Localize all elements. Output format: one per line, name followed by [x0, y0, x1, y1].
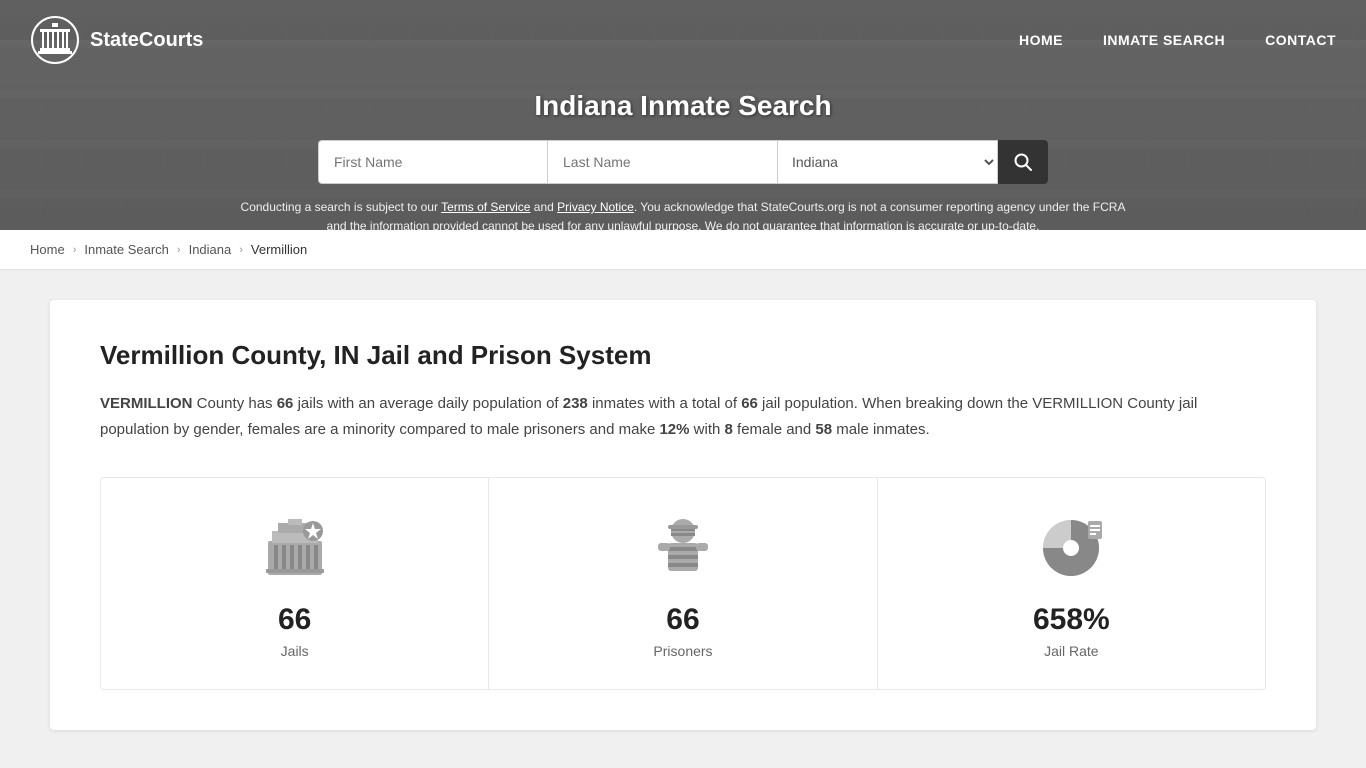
logo[interactable]: StateCourts	[30, 15, 203, 65]
search-button[interactable]	[998, 140, 1048, 184]
content-card: Vermillion County, IN Jail and Prison Sy…	[50, 300, 1316, 730]
jails-stat-label: Jails	[281, 643, 309, 659]
breadcrumb-sep-1: ›	[73, 244, 77, 256]
jails-stat-number: 66	[278, 603, 311, 637]
female-count: 8	[725, 421, 733, 438]
breadcrumb-inmate-search[interactable]: Inmate Search	[84, 242, 169, 257]
female-percent: 12%	[659, 421, 689, 438]
site-header: StateCourts HOME INMATE SEARCH CONTACT I…	[0, 0, 1366, 230]
pie-chart-icon	[1031, 508, 1111, 588]
stat-jails: 66 Jails	[101, 478, 489, 689]
disclaimer: Conducting a search is subject to our Te…	[233, 198, 1133, 230]
jail-population: 66	[741, 395, 758, 412]
nav-inmate-search[interactable]: INMATE SEARCH	[1103, 32, 1225, 48]
breadcrumb: Home › Inmate Search › Indiana › Vermill…	[0, 230, 1366, 270]
breadcrumb-sep-3: ›	[239, 244, 243, 256]
male-count: 58	[815, 421, 832, 438]
nav-contact[interactable]: CONTACT	[1265, 32, 1336, 48]
prisoners-stat-label: Prisoners	[653, 643, 712, 659]
logo-text: StateCourts	[90, 29, 203, 52]
breadcrumb-state[interactable]: Indiana	[189, 242, 232, 257]
stat-jail-rate: 658% Jail Rate	[878, 478, 1265, 689]
jail-rate-stat-number: 658%	[1033, 603, 1110, 637]
state-select[interactable]: Select State Alabama Alaska Arizona Arka…	[778, 140, 998, 184]
search-icon	[1013, 152, 1033, 172]
jails-count: 66	[277, 395, 294, 412]
prisoner-icon	[643, 508, 723, 588]
stat-prisoners: 66 Prisoners	[489, 478, 877, 689]
avg-population: 238	[563, 395, 588, 412]
nav-links: HOME INMATE SEARCH CONTACT	[1019, 32, 1336, 48]
last-name-input[interactable]	[548, 140, 778, 184]
breadcrumb-home[interactable]: Home	[30, 242, 65, 257]
jail-rate-stat-label: Jail Rate	[1044, 643, 1098, 659]
tos-link[interactable]: Terms of Service	[441, 200, 530, 214]
privacy-link[interactable]: Privacy Notice	[557, 200, 634, 214]
card-title: Vermillion County, IN Jail and Prison Sy…	[100, 340, 1266, 371]
breadcrumb-current: Vermillion	[251, 242, 307, 257]
main-content: Vermillion County, IN Jail and Prison Sy…	[0, 270, 1366, 760]
nav-bar: StateCourts HOME INMATE SEARCH CONTACT	[0, 0, 1366, 80]
card-description: VERMILLION County has 66 jails with an a…	[100, 391, 1266, 442]
county-name: VERMILLION	[100, 395, 193, 412]
stats-row: 66 Jails	[100, 477, 1266, 690]
jail-icon	[255, 508, 335, 588]
first-name-input[interactable]	[318, 140, 548, 184]
breadcrumb-sep-2: ›	[177, 244, 181, 256]
search-form: Select State Alabama Alaska Arizona Arka…	[318, 140, 1048, 184]
nav-home[interactable]: HOME	[1019, 32, 1063, 48]
page-title: Indiana Inmate Search	[534, 90, 831, 122]
prisoners-stat-number: 66	[666, 603, 699, 637]
